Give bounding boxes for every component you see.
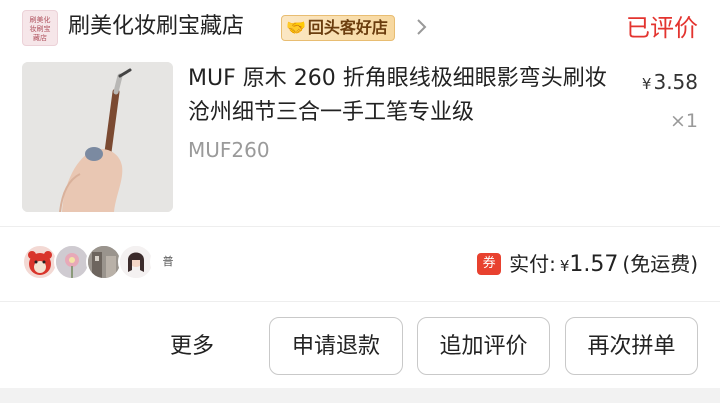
- price-currency: ¥: [641, 75, 652, 93]
- shop-logo-line-3: 藏店: [33, 34, 47, 42]
- request-refund-button[interactable]: 申请退款: [269, 317, 403, 375]
- add-review-button[interactable]: 追加评价: [417, 317, 550, 375]
- paid-amount: 1.57: [569, 252, 619, 277]
- repeat-customer-badge[interactable]: 🤝 回头客好店: [281, 15, 395, 41]
- payment-row: 普 券实付: ¥1.57 (免运费): [0, 227, 720, 301]
- cartoon-avatar-text: 普: [162, 255, 174, 268]
- product-row[interactable]: MUF 原木 260 折角眼线极细眼影弯头刷妆沧州细节三合一手工笔专业级 MUF…: [0, 56, 720, 226]
- product-quantity: ×1: [669, 110, 698, 132]
- shop-header: 刷美化 妆刷宝 藏店 刷美化妆刷宝藏店 🤝 回头客好店 已评价: [0, 0, 720, 56]
- order-status: 已评价: [626, 14, 698, 42]
- shop-logo[interactable]: 刷美化 妆刷宝 藏店: [22, 10, 58, 46]
- product-sku: MUF260: [188, 138, 270, 162]
- shipping-note: (免运费): [622, 252, 698, 276]
- reviewer-avatars[interactable]: 普: [22, 244, 186, 282]
- price-value: 3.58: [653, 70, 698, 94]
- cartoon-avatar: 普: [150, 244, 186, 280]
- order-actions: 更多 申请退款 追加评价 再次拼单: [0, 302, 720, 390]
- paid-label: 实付:: [509, 252, 556, 276]
- hand-holding-brush-image: [22, 62, 173, 212]
- badge-label: 回头客好店: [307, 18, 388, 37]
- street-avatar: [86, 244, 122, 280]
- paid-currency: ¥: [559, 257, 570, 275]
- shop-logo-line-2: 妆刷宝: [29, 25, 51, 33]
- more-button[interactable]: 更多: [170, 330, 214, 364]
- red-bear-avatar: [22, 244, 58, 280]
- chevron-right-icon[interactable]: [415, 16, 429, 38]
- reorder-button[interactable]: 再次拼单: [565, 317, 698, 375]
- shop-name[interactable]: 刷美化妆刷宝藏店: [68, 12, 244, 42]
- girl-avatar: [118, 244, 154, 280]
- shop-logo-line-1: 刷美化: [29, 16, 51, 24]
- handshake-icon: 🤝: [286, 18, 306, 37]
- flower-avatar: [54, 244, 90, 280]
- product-image[interactable]: [22, 62, 173, 212]
- coupon-icon: 券: [477, 253, 502, 275]
- section-separator: [0, 388, 720, 403]
- product-price: ¥3.58: [642, 68, 698, 98]
- payment-summary: 券实付: ¥1.57 (免运费): [477, 247, 698, 281]
- product-title[interactable]: MUF 原木 260 折角眼线极细眼影弯头刷妆沧州细节三合一手工笔专业级: [188, 62, 628, 130]
